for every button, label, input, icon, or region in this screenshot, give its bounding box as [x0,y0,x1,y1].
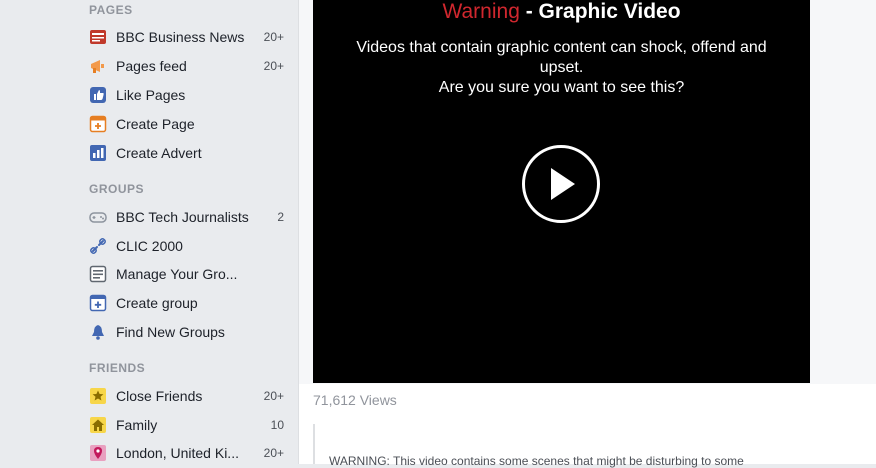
gamepad-icon [89,208,107,226]
sidebar-item-clic-2000[interactable]: CLIC 2000 [89,234,284,258]
sidebar-item-bbc-business-news[interactable]: BBC Business News 20+ [89,25,284,49]
warning-title-rest: - Graphic Video [519,0,681,23]
sidebar-item-manage-your-groups[interactable]: Manage Your Gro... [89,262,284,286]
section-title-groups: GROUPS [89,182,145,196]
warning-word: Warning [442,0,520,23]
video-warning-message: Videos that contain graphic content can … [333,38,790,98]
megaphone-icon [89,57,107,75]
sidebar-item-label: Pages feed [116,58,187,74]
bar-chart-icon [89,144,107,162]
star-icon [89,387,107,405]
sidebar-item-label: Create Page [116,116,195,132]
location-pin-icon [89,444,107,462]
video-warning-title: Warning - Graphic Video [313,0,810,24]
post-warning-text: WARNING: This video contains some scenes… [329,454,744,468]
sidebar-item-label: Create Advert [116,145,202,161]
sidebar-item-count: 10 [270,418,284,432]
sidebar-item-family[interactable]: Family 10 [89,413,284,437]
sidebar-item-count: 20+ [263,30,284,44]
sidebar-item-count: 20+ [263,59,284,73]
sidebar-item-label: BBC Business News [116,29,245,45]
sidebar-item-pages-feed[interactable]: Pages feed 20+ [89,54,284,78]
sidebar-item-find-new-groups[interactable]: Find New Groups [89,320,284,344]
section-title-pages: PAGES [89,3,133,17]
sidebar-item-label: Create group [116,295,198,311]
sidebar-item-label: BBC Tech Journalists [116,209,249,225]
sidebar-item-label: London, United Ki... [116,445,239,461]
bell-icon [89,323,107,341]
sidebar-item-count: 20+ [263,389,284,403]
sidebar-item-create-group[interactable]: Create group [89,291,284,315]
post-warning-quote: WARNING: This video contains some scenes… [313,424,875,468]
sidebar-item-bbc-tech-journalists[interactable]: BBC Tech Journalists 2 [89,205,284,229]
link-icon [89,237,107,255]
sidebar-item-label: CLIC 2000 [116,238,183,254]
video-view-count: 71,612 Views [313,392,397,408]
play-icon [551,168,575,200]
bbc-news-icon [89,28,107,46]
list-icon [89,265,107,283]
sidebar-item-count: 20+ [263,446,284,460]
sidebar-item-count: 2 [277,210,284,224]
sidebar-item-label: Find New Groups [116,324,225,340]
section-title-friends: FRIENDS [89,361,146,375]
sidebar-item-label: Close Friends [116,388,203,404]
sidebar-item-create-page[interactable]: Create Page [89,112,284,136]
graphic-video-player[interactable]: Warning - Graphic Video Videos that cont… [313,0,810,383]
main-feed: Warning - Graphic Video Videos that cont… [299,0,876,468]
sidebar-item-label: Manage Your Gro... [116,266,238,282]
sidebar-item-close-friends[interactable]: Close Friends 20+ [89,384,284,408]
thumbs-up-icon [89,86,107,104]
sidebar-item-create-advert[interactable]: Create Advert [89,141,284,165]
sidebar-item-like-pages[interactable]: Like Pages [89,83,284,107]
left-sidebar: PAGES BBC Business News 20+ Pages feed 2… [0,0,298,464]
sidebar-item-label: Family [116,417,158,433]
plus-box-icon [89,294,107,312]
play-button[interactable] [522,145,600,223]
warning-message-line-2: Are you sure you want to see this? [438,79,685,96]
house-icon [89,416,107,434]
create-page-icon [89,115,107,133]
warning-message-line-1: Videos that contain graphic content can … [356,39,767,76]
sidebar-item-label: Like Pages [116,87,186,103]
sidebar-item-london-united-kingdom[interactable]: London, United Ki... 20+ [89,441,284,465]
